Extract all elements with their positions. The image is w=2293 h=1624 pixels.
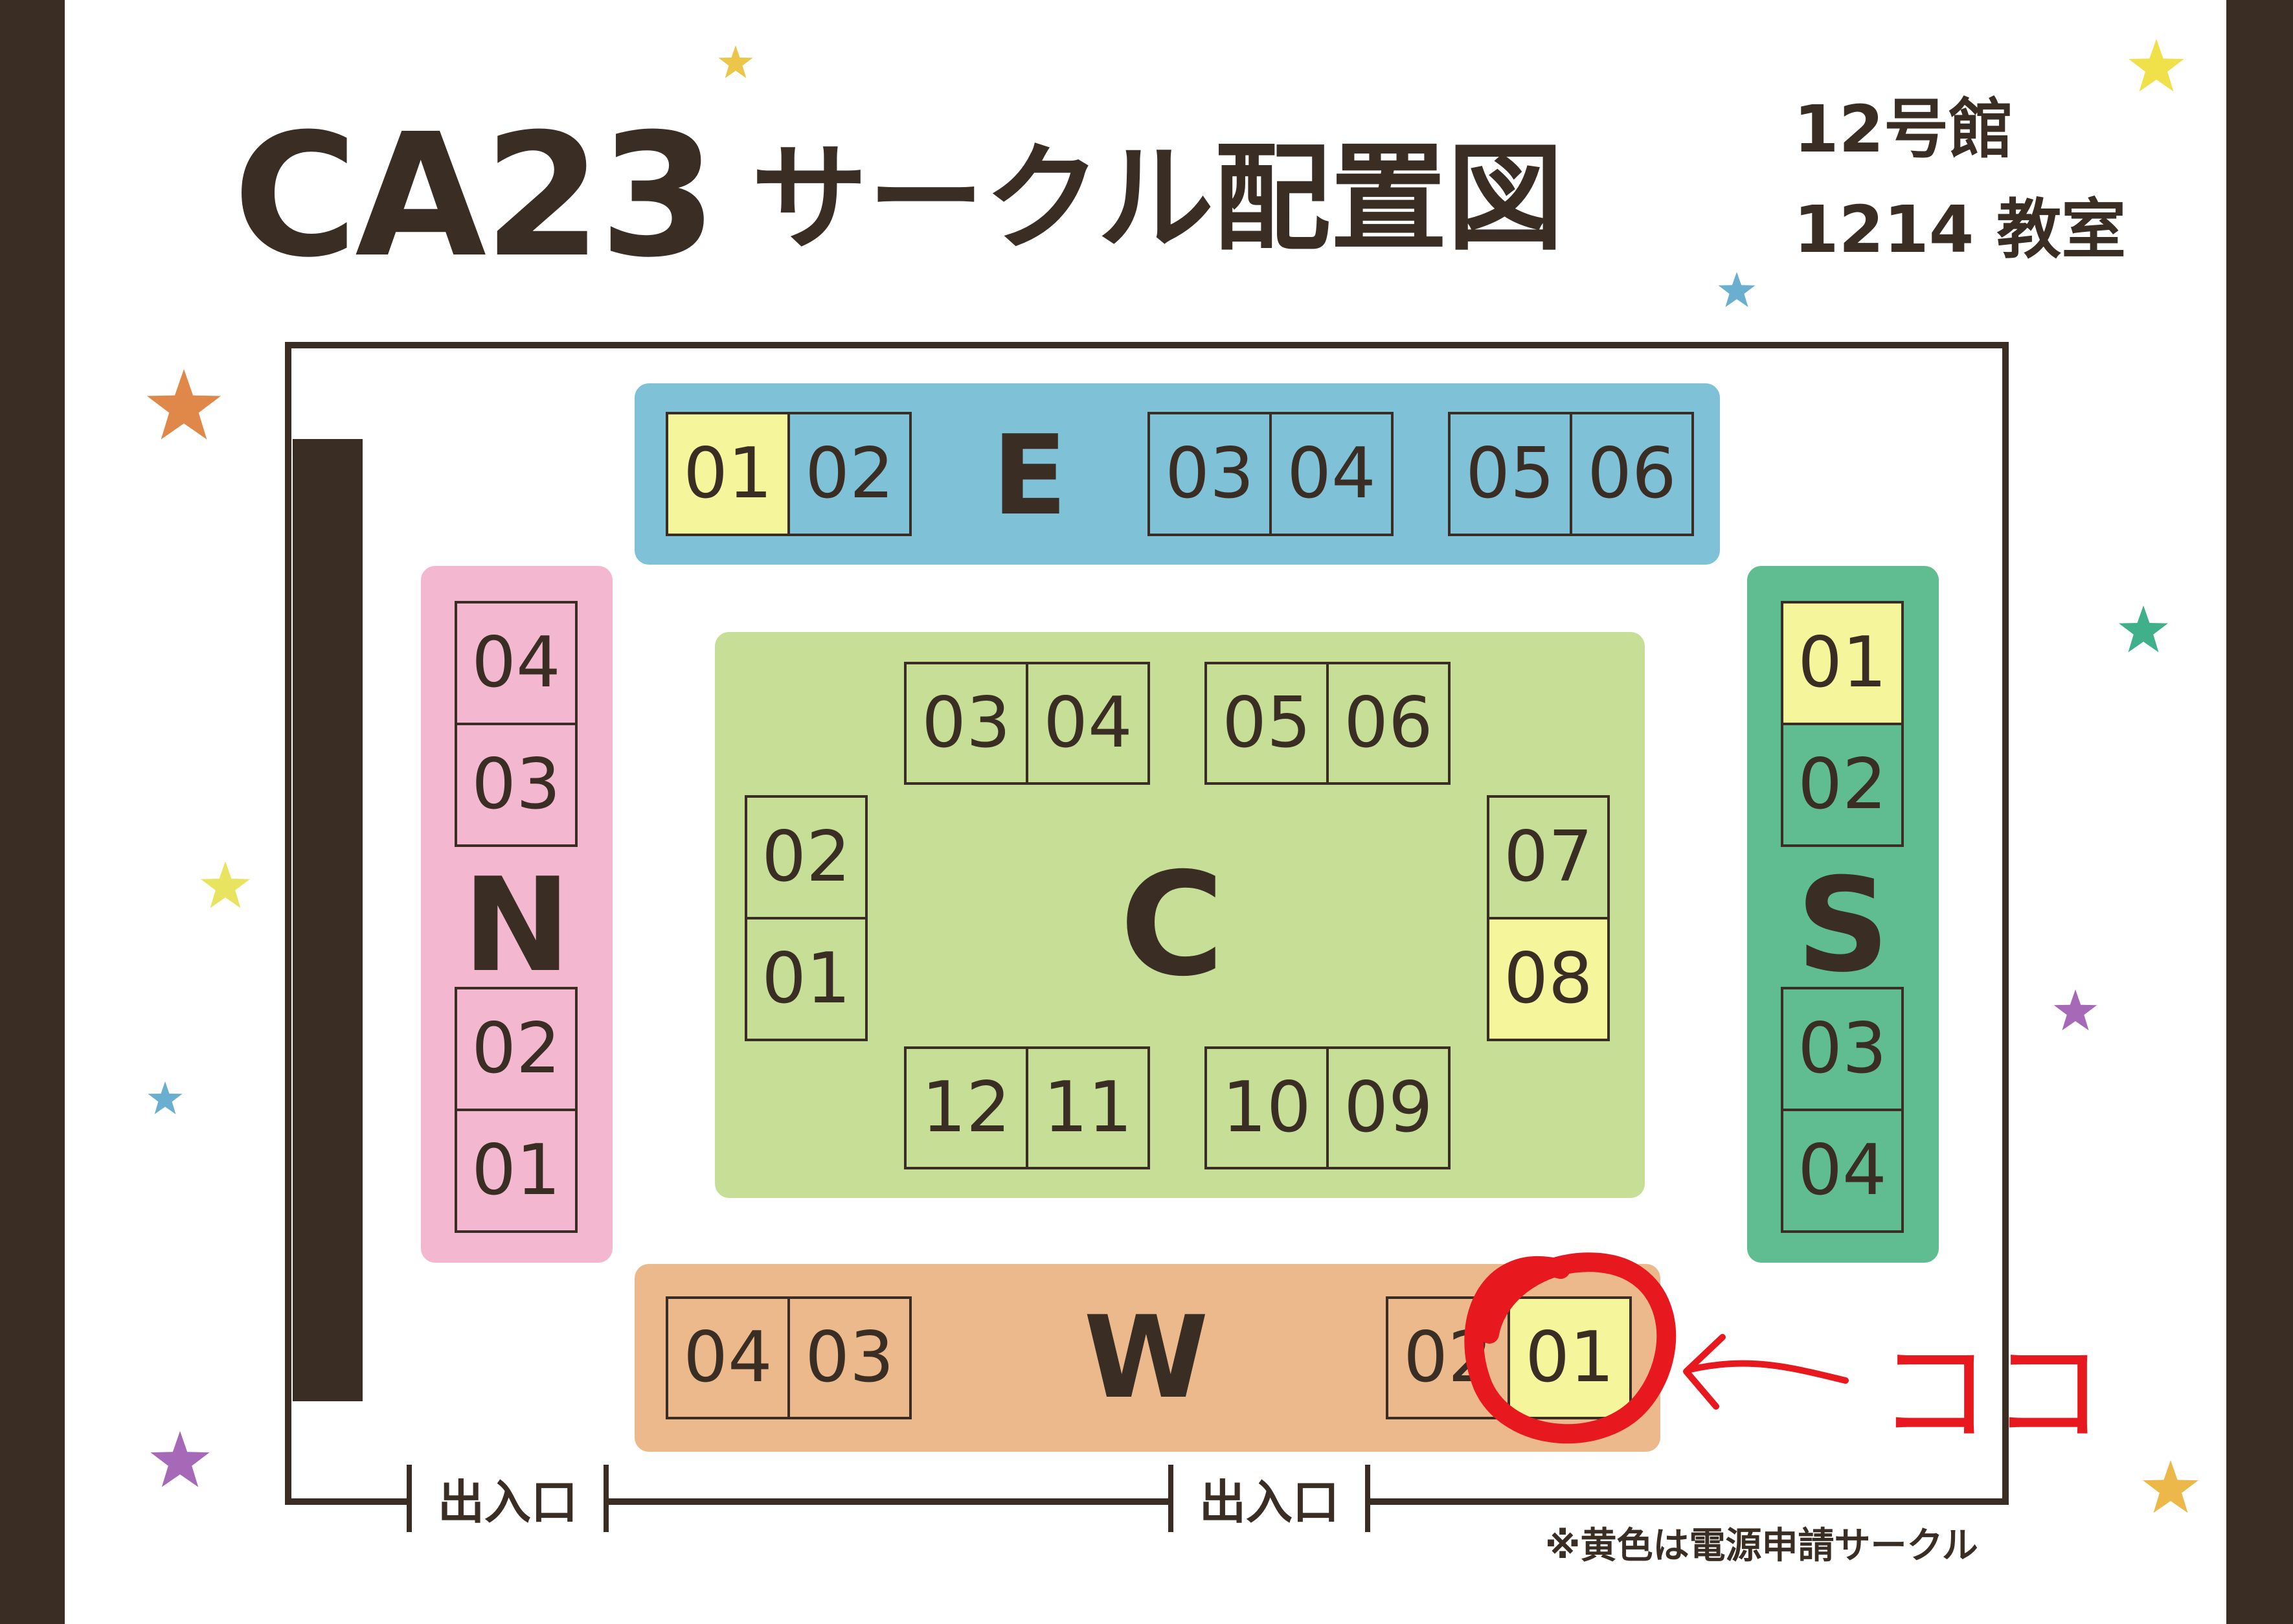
star-icon <box>148 1081 183 1114</box>
star-icon <box>2053 989 2097 1031</box>
highlight-circle <box>1464 1252 1677 1444</box>
annotation-layer: ココ <box>146 39 2198 1513</box>
star-icon <box>146 369 221 440</box>
star-icon <box>1718 272 1756 308</box>
annotation-text: ココ <box>1878 1328 2105 1460</box>
star-icon <box>718 45 753 78</box>
star-icon <box>2143 1460 2198 1513</box>
star-icon <box>2129 39 2184 92</box>
decorative-stars <box>146 39 2198 1513</box>
star-icon <box>2119 605 2168 653</box>
star-icon <box>201 861 250 908</box>
arrow-line <box>1687 1360 1849 1384</box>
star-icon <box>150 1431 210 1487</box>
